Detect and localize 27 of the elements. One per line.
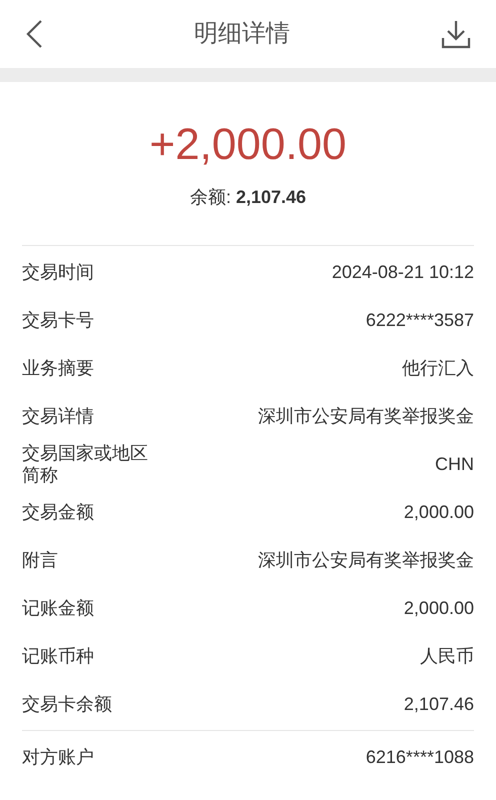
field-label: 交易国家或地区简称 — [22, 442, 149, 486]
field-value: CHN — [435, 452, 474, 476]
field-label: 交易卡余额 — [22, 693, 113, 715]
back-icon[interactable] — [24, 19, 44, 49]
field-value: 深圳市公安局有奖举报奖金 — [258, 548, 474, 572]
download-icon[interactable] — [440, 18, 472, 50]
field-label: 交易金额 — [22, 501, 95, 523]
balance-text: 余额: 2,107.46 — [190, 186, 306, 209]
field-label: 对方账户 — [22, 746, 95, 768]
field-value: 2,000.00 — [404, 596, 474, 620]
field-label: 业务摘要 — [22, 357, 95, 379]
field-value: 2024-08-21 10:12 — [332, 260, 474, 284]
field-label: 交易卡号 — [22, 309, 95, 331]
field-value: 深圳市公安局有奖举报奖金 — [258, 404, 474, 428]
field-value: 他行汇入 — [402, 356, 474, 380]
field-label: 交易时间 — [22, 261, 95, 283]
field-value: 2,000.00 — [404, 500, 474, 524]
field-label: 记账金额 — [22, 597, 95, 619]
field-value: 6222****3587 — [366, 308, 474, 332]
page-title: 明细详情 — [194, 19, 290, 49]
field-label: 记账币种 — [22, 645, 95, 667]
field-label: 附言 — [22, 549, 59, 571]
field-value: 人民币 — [420, 644, 474, 668]
field-value: 2,107.46 — [404, 692, 474, 716]
field-value: 6216****1088 — [366, 746, 474, 768]
field-label: 交易详情 — [22, 405, 95, 427]
amount-text: +2,000.00 — [150, 120, 346, 170]
